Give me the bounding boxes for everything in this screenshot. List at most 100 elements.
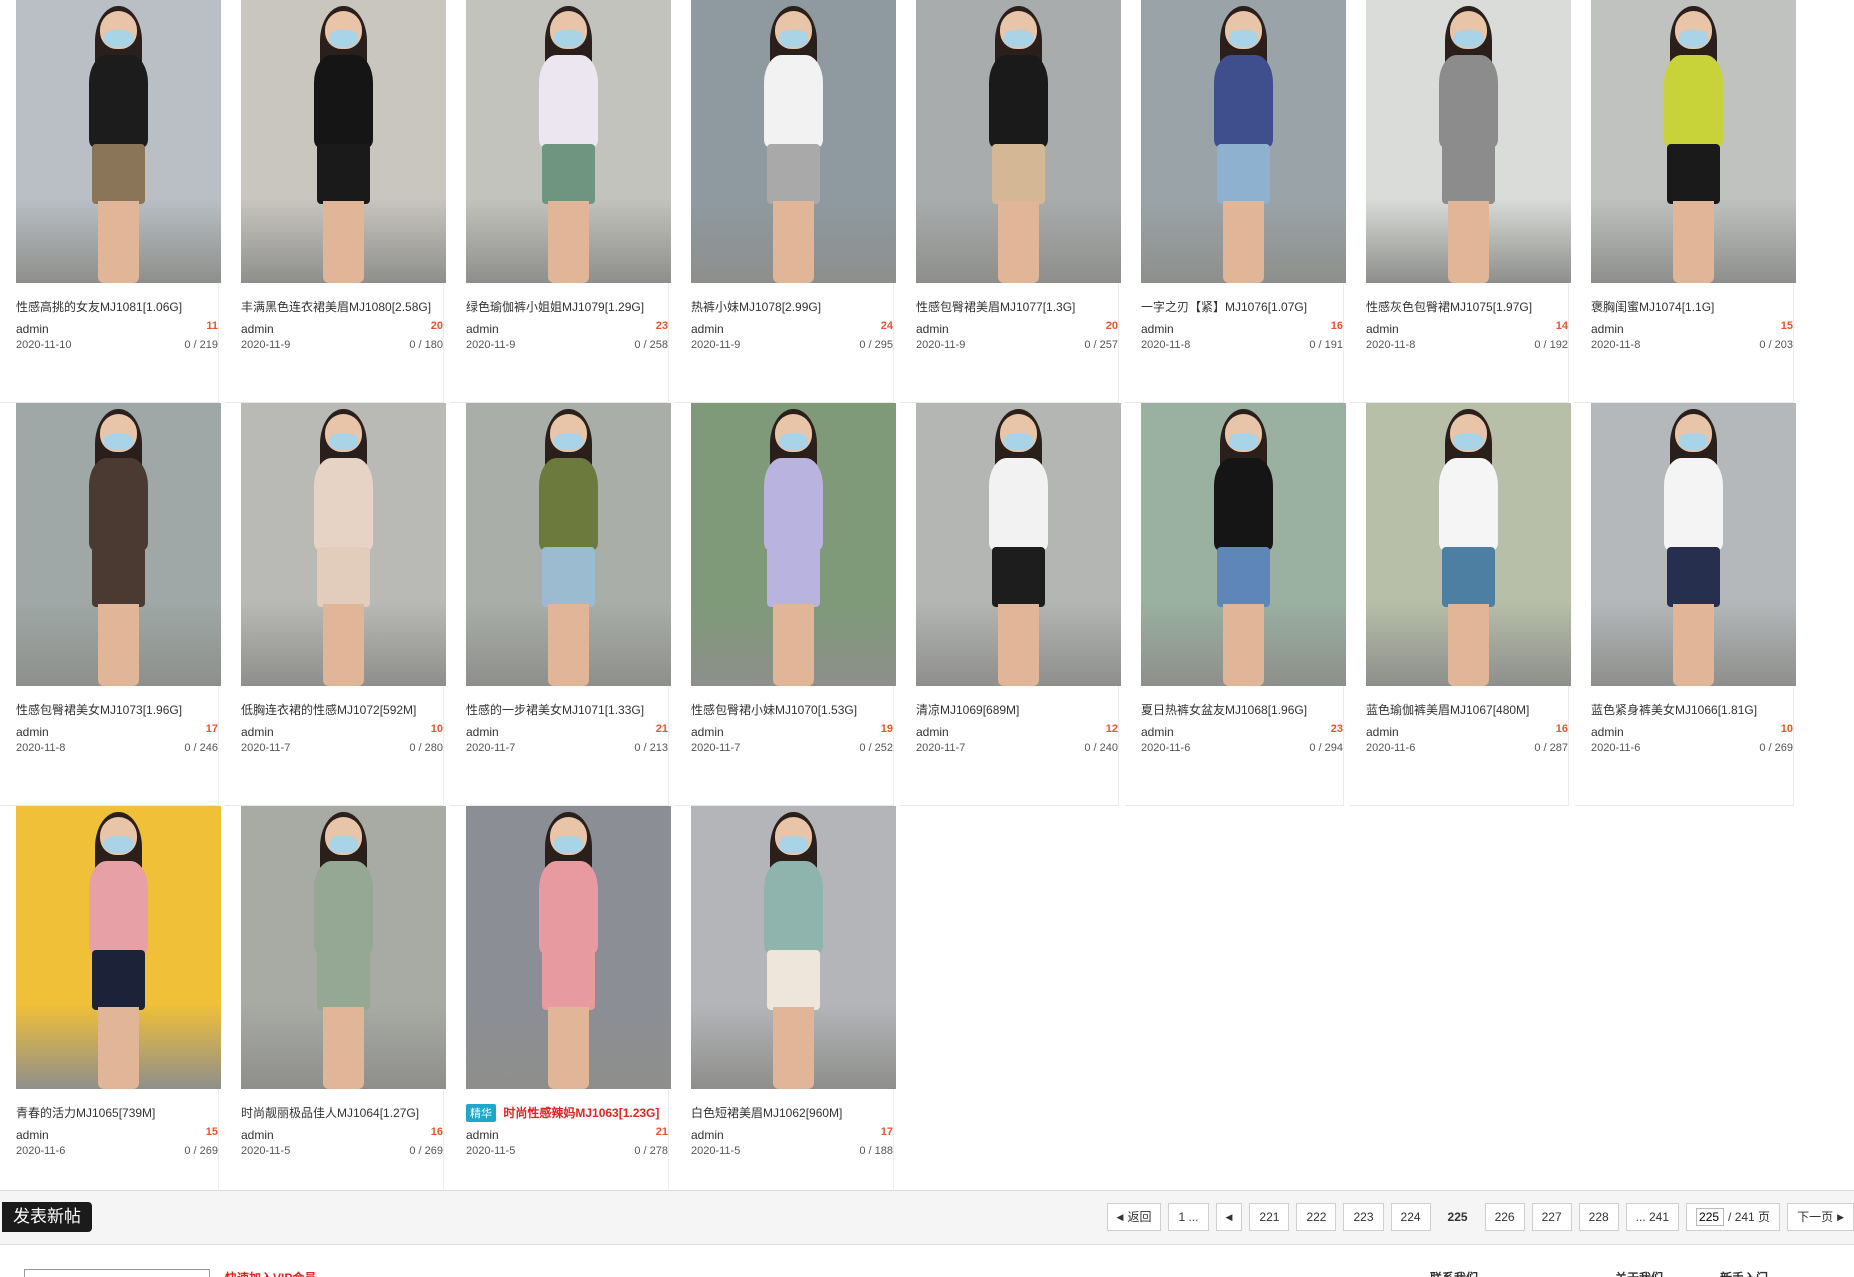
thread-title[interactable]: 性感包臀裙美女MJ1073[1.96G] [16,701,221,718]
thread-author[interactable]: admin [466,322,499,336]
thread-card[interactable]: 白色短裙美眉MJ1062[960M] admin 17 2020-11-5 0 … [675,806,896,1209]
thread-title[interactable]: 白色短裙美眉MJ1062[960M] [691,1104,896,1121]
back-button[interactable]: ◀ 返回 [1106,1203,1162,1231]
thread-author[interactable]: admin [241,1128,274,1142]
thread-title[interactable]: 性感包臀裙美眉MJ1077[1.3G] [916,298,1121,315]
prev-page-button[interactable]: ◀ [1215,1203,1243,1231]
thread-title[interactable]: 褒胸闺蜜MJ1074[1.1G] [1591,298,1796,315]
thread-thumbnail[interactable] [466,403,671,686]
thread-card[interactable]: 蓝色瑜伽裤美眉MJ1067[480M] admin 16 2020-11-6 0… [1350,403,1571,806]
thread-title[interactable]: 低胸连衣裙的性感MJ1072[592M] [241,701,446,718]
thread-author[interactable]: admin [916,322,949,336]
thread-thumbnail[interactable] [1141,403,1346,686]
thread-thumbnail[interactable] [916,0,1121,283]
thread-thumbnail[interactable] [466,806,671,1089]
thread-card[interactable]: 清凉MJ1069[689M] admin 12 2020-11-7 0 / 24… [900,403,1121,806]
footer-about[interactable]: 关于我们 [1615,1269,1663,1277]
thread-thumbnail[interactable] [1141,0,1346,283]
thread-card[interactable]: 绿色瑜伽裤小姐姐MJ1079[1.29G] admin 23 2020-11-9… [450,0,671,403]
thread-author[interactable]: admin [691,322,724,336]
page-226[interactable]: 226 [1484,1203,1525,1231]
thread-thumbnail[interactable] [1366,403,1571,686]
thread-thumbnail[interactable] [916,403,1121,686]
next-page-button[interactable]: 下一页 ▶ [1787,1203,1854,1231]
thread-thumbnail[interactable] [1591,403,1796,686]
page-223[interactable]: 223 [1343,1203,1384,1231]
thread-title[interactable]: 性感高挑的女友MJ1081[1.06G] [16,298,221,315]
thread-author[interactable]: admin [691,1128,724,1142]
thread-card[interactable]: 性感高挑的女友MJ1081[1.06G] admin 11 2020-11-10… [0,0,221,403]
thread-card[interactable]: 蓝色紧身裤美女MJ1066[1.81G] admin 10 2020-11-6 … [1575,403,1796,806]
thread-author[interactable]: admin [1141,725,1174,739]
footer-newbie[interactable]: 新手入门 [1720,1269,1768,1277]
thread-author[interactable]: admin [1591,322,1624,336]
page-227[interactable]: 227 [1531,1203,1572,1231]
page-last[interactable]: ... 241 [1625,1203,1680,1231]
thread-thumbnail[interactable] [466,0,671,283]
thread-title[interactable]: 丰满黑色连衣裙美眉MJ1080[2.58G] [241,298,446,315]
thread-author[interactable]: admin [691,725,724,739]
thread-author[interactable]: admin [16,1128,49,1142]
thread-title[interactable]: 夏日热裤女盆友MJ1068[1.96G] [1141,701,1346,718]
thread-card[interactable]: 青春的活力MJ1065[739M] admin 15 2020-11-6 0 /… [0,806,221,1209]
thread-card[interactable]: 性感的一步裙美女MJ1071[1.33G] admin 21 2020-11-7… [450,403,671,806]
thread-card[interactable]: 夏日热裤女盆友MJ1068[1.96G] admin 23 2020-11-6 … [1125,403,1346,806]
thread-title[interactable]: 时尚靓丽极品佳人MJ1064[1.27G] [241,1104,446,1121]
thread-author[interactable]: admin [466,725,499,739]
thread-thumbnail[interactable] [1591,0,1796,283]
thread-title[interactable]: 青春的活力MJ1065[739M] [16,1104,221,1121]
thread-card[interactable]: 丰满黑色连衣裙美眉MJ1080[2.58G] admin 20 2020-11-… [225,0,446,403]
thread-author[interactable]: admin [241,322,274,336]
thread-author[interactable]: admin [916,725,949,739]
thread-author[interactable]: admin [1366,322,1399,336]
thread-title[interactable]: 一字之刃【紧】MJ1076[1.07G] [1141,298,1346,315]
new-post-button[interactable]: 发表新帖 [2,1202,92,1232]
thread-card[interactable]: 性感灰色包臀裙MJ1075[1.97G] admin 14 2020-11-8 … [1350,0,1571,403]
thread-thumbnail[interactable] [16,806,221,1089]
page-221[interactable]: 221 [1249,1203,1290,1231]
thread-title[interactable]: 蓝色紧身裤美女MJ1066[1.81G] [1591,701,1796,718]
thread-thumbnail[interactable] [1366,0,1571,283]
thread-title[interactable]: 精华 时尚性感辣妈MJ1063[1.23G] [466,1104,671,1122]
thread-title[interactable]: 绿色瑜伽裤小姐姐MJ1079[1.29G] [466,298,671,315]
page-228[interactable]: 228 [1578,1203,1619,1231]
thread-title[interactable]: 性感包臀裙小妹MJ1070[1.53G] [691,701,896,718]
thread-card[interactable]: 热裤小妹MJ1078[2.99G] admin 24 2020-11-9 0 /… [675,0,896,403]
vip-link[interactable]: 快速加入VIP会员 [225,1269,316,1277]
reply-count: 19 [880,723,893,735]
thread-author[interactable]: admin [241,725,274,739]
thread-title[interactable]: 性感灰色包臀裙MJ1075[1.97G] [1366,298,1571,315]
thread-author[interactable]: admin [466,1128,499,1142]
thread-card[interactable]: 精华 时尚性感辣妈MJ1063[1.23G] admin 21 2020-11-… [450,806,671,1209]
thread-author[interactable]: admin [1591,725,1624,739]
thread-author[interactable]: admin [1141,322,1174,336]
footer-contact[interactable]: 联系我们 [1430,1269,1478,1277]
thread-title[interactable]: 蓝色瑜伽裤美眉MJ1067[480M] [1366,701,1571,718]
thread-thumbnail[interactable] [691,403,896,686]
thread-thumbnail[interactable] [241,0,446,283]
thread-card[interactable]: 性感包臀裙小妹MJ1070[1.53G] admin 19 2020-11-7 … [675,403,896,806]
thread-card[interactable]: 时尚靓丽极品佳人MJ1064[1.27G] admin 16 2020-11-5… [225,806,446,1209]
thread-author[interactable]: admin [16,725,49,739]
thread-author[interactable]: admin [1366,725,1399,739]
page-jump-input[interactable] [1696,1208,1725,1226]
page-224[interactable]: 224 [1390,1203,1431,1231]
page-first[interactable]: 1 ... [1168,1203,1209,1231]
thread-title[interactable]: 性感的一步裙美女MJ1071[1.33G] [466,701,671,718]
thread-title[interactable]: 热裤小妹MJ1078[2.99G] [691,298,896,315]
thread-card[interactable]: 一字之刃【紧】MJ1076[1.07G] admin 16 2020-11-8 … [1125,0,1346,403]
thread-card[interactable]: 低胸连衣裙的性感MJ1072[592M] admin 10 2020-11-7 … [225,403,446,806]
thread-thumbnail[interactable] [691,0,896,283]
thread-thumbnail[interactable] [16,403,221,686]
thread-thumbnail[interactable] [16,0,221,283]
thread-card[interactable]: 褒胸闺蜜MJ1074[1.1G] admin 15 2020-11-8 0 / … [1575,0,1796,403]
thread-author[interactable]: admin [16,322,49,336]
thread-card[interactable]: 性感包臀裙美眉MJ1077[1.3G] admin 20 2020-11-9 0… [900,0,1121,403]
page-222[interactable]: 222 [1296,1203,1337,1231]
thread-thumbnail[interactable] [241,403,446,686]
thumbnail-figure [1432,408,1506,686]
thread-title[interactable]: 清凉MJ1069[689M] [916,701,1121,718]
thread-thumbnail[interactable] [241,806,446,1089]
thread-thumbnail[interactable] [691,806,896,1089]
thread-card[interactable]: 性感包臀裙美女MJ1073[1.96G] admin 17 2020-11-8 … [0,403,221,806]
